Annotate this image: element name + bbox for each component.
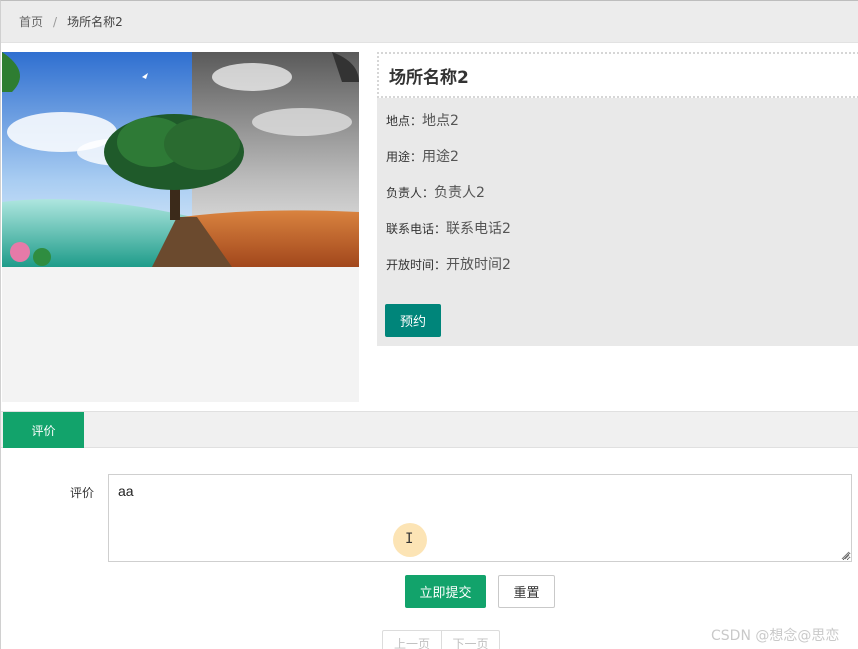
- field-label: 地点：: [386, 114, 423, 128]
- watermark: CSDN @想念@思恋: [711, 628, 840, 644]
- prev-page-button[interactable]: 上一页: [383, 631, 441, 649]
- venue-image: [2, 52, 359, 267]
- field-value: 开放时间2: [446, 257, 511, 273]
- field-person-in-charge: 负责人： 负责人2: [386, 182, 485, 202]
- field-value: 用途2: [422, 149, 459, 165]
- field-label: 联系电话：: [386, 222, 447, 236]
- next-page-button[interactable]: 下一页: [441, 631, 499, 649]
- field-label: 负责人：: [386, 186, 435, 200]
- text-cursor-icon: I: [405, 531, 414, 547]
- field-purpose: 用途： 用途2: [386, 146, 459, 166]
- venue-info-panel: 场所名称2 地点： 地点2 用途： 用途2 负责人： 负责人2 联系电话： 联系…: [377, 52, 858, 346]
- venue-title: 场所名称2: [389, 67, 469, 88]
- tab-review[interactable]: 评价: [3, 412, 84, 448]
- field-value: 负责人2: [434, 185, 485, 201]
- pagination: 上一页 下一页: [382, 630, 500, 649]
- field-value: 联系电话2: [446, 221, 511, 237]
- field-phone: 联系电话： 联系电话2: [386, 218, 511, 238]
- field-location: 地点： 地点2: [386, 110, 459, 130]
- book-button[interactable]: 预约: [385, 304, 441, 337]
- review-label: 评价: [70, 486, 95, 500]
- breadcrumb-home-link[interactable]: 首页: [19, 13, 43, 30]
- field-value: 地点2: [422, 113, 459, 129]
- review-textarea[interactable]: [108, 474, 852, 562]
- breadcrumb: 首页 / 场所名称2: [1, 1, 858, 43]
- reset-button[interactable]: 重置: [498, 575, 555, 608]
- breadcrumb-current: 场所名称2: [67, 15, 123, 29]
- image-panel: [2, 52, 359, 402]
- field-label: 用途：: [386, 150, 423, 164]
- resize-grip-icon[interactable]: [840, 550, 850, 560]
- field-opening-hours: 开放时间： 开放时间2: [386, 254, 511, 274]
- submit-button[interactable]: 立即提交: [405, 575, 486, 608]
- venue-title-box: 场所名称2: [377, 52, 858, 98]
- page-frame: 首页 / 场所名称2 场所名称2 地点： 地点2 用途： 用途2 负责人： 负责…: [0, 0, 858, 649]
- breadcrumb-separator: /: [53, 14, 58, 29]
- field-label: 开放时间：: [386, 258, 447, 272]
- tab-bar: 评价: [1, 411, 858, 448]
